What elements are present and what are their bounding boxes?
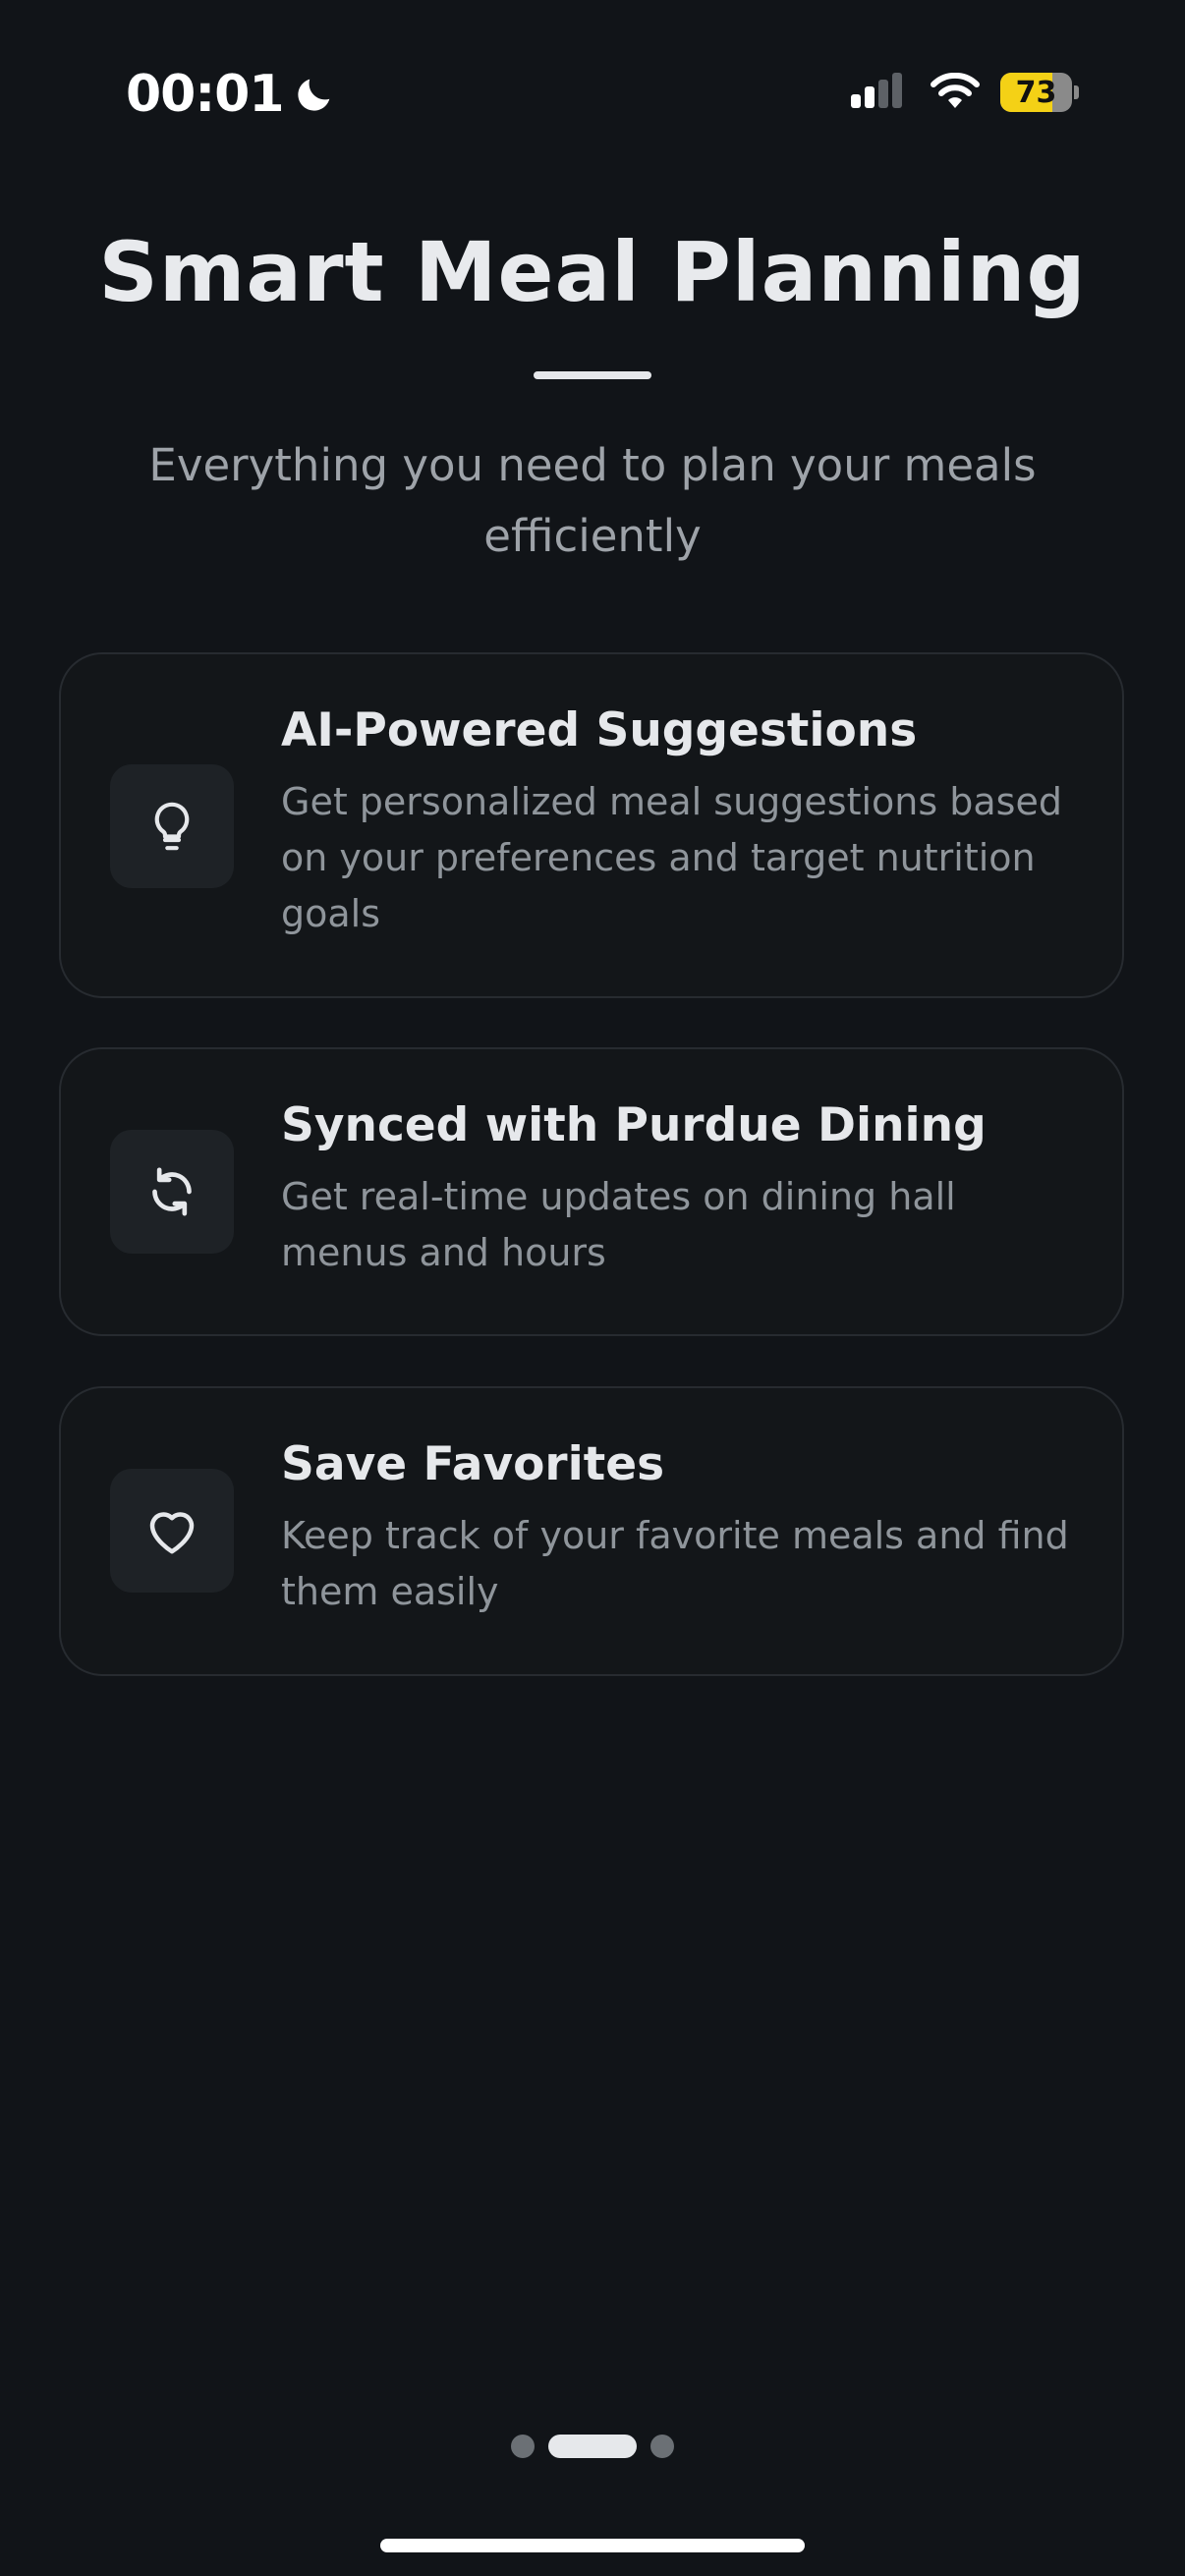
pager-dot[interactable] [650, 2435, 674, 2458]
feature-title: Save Favorites [281, 1437, 665, 1491]
page-subtitle: Everything you need to plan your meals e… [148, 439, 1037, 562]
pager-dot[interactable] [511, 2435, 535, 2458]
feature-text: Synced with Purdue Dining Get real-time … [281, 1098, 1073, 1281]
feature-icon-box [110, 1130, 234, 1254]
status-bar: 00:01 73 [0, 59, 1185, 138]
battery-indicator: 73 [1000, 73, 1079, 112]
moon-icon [297, 79, 329, 111]
lightbulb-icon [154, 802, 190, 851]
feature-title: Synced with Purdue Dining [281, 1098, 987, 1152]
status-time: 00:01 [126, 65, 285, 124]
feature-text: Save Favorites Keep track of your favori… [281, 1437, 1073, 1620]
pager-dot-active[interactable] [548, 2435, 637, 2458]
feature-text: AI-Powered Suggestions Get personalized … [281, 703, 1073, 942]
feature-title: AI-Powered Suggestions [281, 703, 918, 757]
page-indicator [0, 2435, 1185, 2458]
battery-cap [1074, 85, 1079, 99]
sync-icon [152, 1167, 192, 1216]
heart-icon [149, 1512, 195, 1554]
feature-card-save-favorites: Save Favorites Keep track of your favori… [59, 1386, 1124, 1676]
feature-icon-box [110, 1469, 234, 1593]
feature-card-purdue-dining: Synced with Purdue Dining Get real-time … [59, 1047, 1124, 1336]
feature-description: Get personalized meal suggestions based … [281, 780, 1062, 935]
wifi-icon [931, 73, 980, 108]
page-title: Smart Meal Planning [98, 224, 1087, 320]
battery-body: 73 [1000, 73, 1073, 112]
feature-card-ai-suggestions: AI-Powered Suggestions Get personalized … [59, 652, 1124, 998]
battery-level: 73 [1015, 75, 1057, 110]
feature-icon-box [110, 764, 234, 888]
title-divider [534, 371, 651, 379]
status-indicators: 73 [851, 73, 1079, 112]
home-indicator[interactable] [380, 2539, 805, 2552]
status-time-group: 00:01 [126, 65, 337, 124]
feature-description: Get real-time updates on dining hall men… [281, 1175, 956, 1274]
feature-description: Keep track of your favorite meals and fi… [281, 1514, 1069, 1613]
cellular-signal-icon [851, 73, 902, 108]
